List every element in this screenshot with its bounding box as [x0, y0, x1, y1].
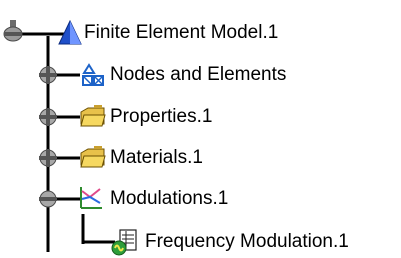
nodes-elements-icon: [81, 63, 105, 87]
folder-icon: [80, 105, 106, 127]
collapse-knob-modulations[interactable]: [37, 188, 59, 210]
tree-node-label-nodes[interactable]: Nodes and Elements: [110, 64, 286, 86]
expand-knob-properties[interactable]: [37, 106, 59, 128]
finite-element-model-icon: [58, 20, 82, 45]
folder-icon: [80, 146, 106, 168]
tree-node-label-properties[interactable]: Properties.1: [110, 106, 212, 128]
expand-knob-nodes[interactable]: [37, 64, 59, 86]
tree-node-label-materials[interactable]: Materials.1: [110, 147, 203, 169]
tree-node-label-modulations[interactable]: Modulations.1: [110, 188, 228, 210]
tree-node-label-frequency-modulation[interactable]: Frequency Modulation.1: [145, 231, 349, 253]
expand-knob-materials[interactable]: [37, 147, 59, 169]
specification-tree: Finite Element Model.1 Nodes and Element…: [0, 0, 401, 258]
root-collapse-knob[interactable]: [2, 20, 24, 46]
frequency-modulation-icon: [111, 229, 137, 256]
modulation-icon: [80, 187, 102, 209]
tree-node-label-root[interactable]: Finite Element Model.1: [84, 22, 278, 44]
